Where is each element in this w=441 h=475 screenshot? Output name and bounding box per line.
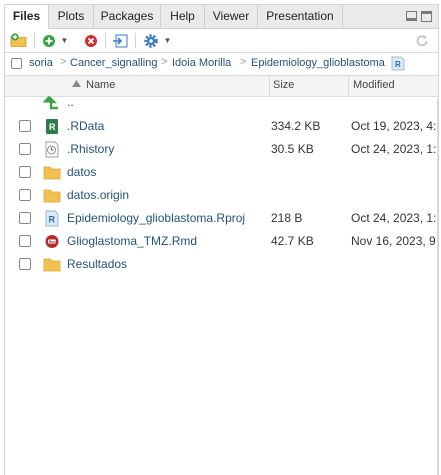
file-name[interactable]: .Rhistory xyxy=(67,142,114,156)
tab-packages[interactable]: Packages xyxy=(94,5,161,28)
row-checkbox[interactable] xyxy=(19,258,31,270)
file-size: 218 B xyxy=(271,211,303,225)
tab-files[interactable]: Files xyxy=(5,5,49,29)
tab-help[interactable]: Help xyxy=(161,5,205,28)
maximize-icon[interactable] xyxy=(421,11,432,22)
delete-button[interactable] xyxy=(81,32,101,49)
table-row[interactable]: datos.origin xyxy=(5,184,438,207)
file-name[interactable]: datos xyxy=(67,165,96,179)
window-controls xyxy=(406,11,432,22)
chevron-down-icon: ▼ xyxy=(163,36,172,45)
refresh-icon xyxy=(416,34,428,46)
new-blank-file-button[interactable]: ▼ xyxy=(40,32,70,49)
file-name[interactable]: Epidemiology_glioblastoma.Rproj xyxy=(67,211,245,225)
row-checkbox[interactable] xyxy=(19,166,31,178)
new-folder-icon xyxy=(10,33,27,47)
file-modified: Oct 19, 2023, 4: xyxy=(351,119,437,133)
file-modified: Oct 24, 2023, 1: xyxy=(351,211,437,225)
rename-icon xyxy=(113,34,128,47)
pane-edge xyxy=(437,99,438,475)
svg-text:R: R xyxy=(49,122,56,132)
folder-icon xyxy=(43,258,61,272)
table-row[interactable]: Resultados xyxy=(5,253,438,276)
tab-viewer[interactable]: Viewer xyxy=(205,5,258,28)
row-checkbox[interactable] xyxy=(19,212,31,224)
files-toolbar: ▼ ▼ xyxy=(5,29,438,53)
gear-icon xyxy=(143,33,158,48)
table-row[interactable]: datos xyxy=(5,161,438,184)
list-item[interactable]: .. xyxy=(5,91,438,114)
svg-text:R: R xyxy=(395,60,401,69)
table-row[interactable]: R .RData 334.2 KB Oct 19, 2023, 4: xyxy=(5,115,438,138)
new-blank-file-icon xyxy=(42,34,55,47)
rmd-file-icon: Rmd xyxy=(45,235,59,248)
file-size: 42.7 KB xyxy=(271,234,314,248)
rdata-file-icon: R xyxy=(46,119,58,134)
row-checkbox[interactable] xyxy=(19,120,31,132)
r-project-icon[interactable]: R xyxy=(391,56,405,71)
svg-text:R: R xyxy=(49,215,56,225)
rproj-file-icon: R xyxy=(45,210,59,227)
tab-presentation[interactable]: Presentation xyxy=(258,5,343,28)
file-name[interactable]: Glioglastoma_TMZ.Rmd xyxy=(67,234,197,248)
breadcrumb-item[interactable]: soria xyxy=(29,57,53,69)
table-row[interactable]: R Epidemiology_glioblastoma.Rproj 218 B … xyxy=(5,207,438,230)
delete-icon xyxy=(85,34,97,47)
minimize-icon[interactable] xyxy=(406,11,417,21)
file-name[interactable]: datos.origin xyxy=(67,188,129,202)
breadcrumb: soria > Cancer_signalling > Idoia Morill… xyxy=(5,53,438,76)
tab-strip: Files Plots Packages Help Viewer Present… xyxy=(5,5,438,29)
breadcrumb-item[interactable]: Idoia Morilla xyxy=(172,57,231,69)
file-name[interactable]: .. xyxy=(67,95,74,109)
file-name[interactable]: .RData xyxy=(67,119,104,133)
column-header-modified[interactable]: Modified xyxy=(353,79,395,91)
go-up-icon[interactable] xyxy=(43,94,61,111)
row-checkbox[interactable] xyxy=(19,143,31,155)
new-folder-button[interactable] xyxy=(9,32,29,49)
history-file-icon xyxy=(45,141,59,158)
column-header-name[interactable]: Name xyxy=(86,79,115,91)
file-modified: Nov 16, 2023, 9 xyxy=(351,234,436,248)
select-all-checkbox[interactable] xyxy=(11,58,22,69)
breadcrumb-separator: > xyxy=(240,56,247,68)
breadcrumb-separator: > xyxy=(161,56,168,68)
row-checkbox[interactable] xyxy=(19,189,31,201)
sort-ascending-icon[interactable] xyxy=(72,79,81,91)
file-size: 30.5 KB xyxy=(271,142,314,156)
file-size: 334.2 KB xyxy=(271,119,321,133)
breadcrumb-item[interactable]: Cancer_signalling xyxy=(70,57,157,69)
column-header-size[interactable]: Size xyxy=(273,79,294,91)
chevron-down-icon: ▼ xyxy=(60,36,69,45)
rename-button[interactable] xyxy=(110,32,130,49)
more-options-button[interactable]: ▼ xyxy=(140,32,174,49)
row-checkbox[interactable] xyxy=(19,235,31,247)
folder-icon xyxy=(43,189,61,203)
breadcrumb-item[interactable]: Epidemiology_glioblastoma xyxy=(251,57,385,69)
tab-plots[interactable]: Plots xyxy=(49,5,94,28)
file-modified: Oct 24, 2023, 1: xyxy=(351,142,437,156)
breadcrumb-separator: > xyxy=(60,56,67,68)
folder-icon xyxy=(43,166,61,180)
refresh-button[interactable] xyxy=(412,32,432,49)
svg-text:Rmd: Rmd xyxy=(49,240,57,244)
file-name[interactable]: Resultados xyxy=(67,257,127,271)
table-row[interactable]: Rmd Glioglastoma_TMZ.Rmd 42.7 KB Nov 16,… xyxy=(5,230,438,253)
table-row[interactable]: .Rhistory 30.5 KB Oct 24, 2023, 1: xyxy=(5,138,438,161)
files-pane: Files Plots Packages Help Viewer Present… xyxy=(4,4,439,475)
